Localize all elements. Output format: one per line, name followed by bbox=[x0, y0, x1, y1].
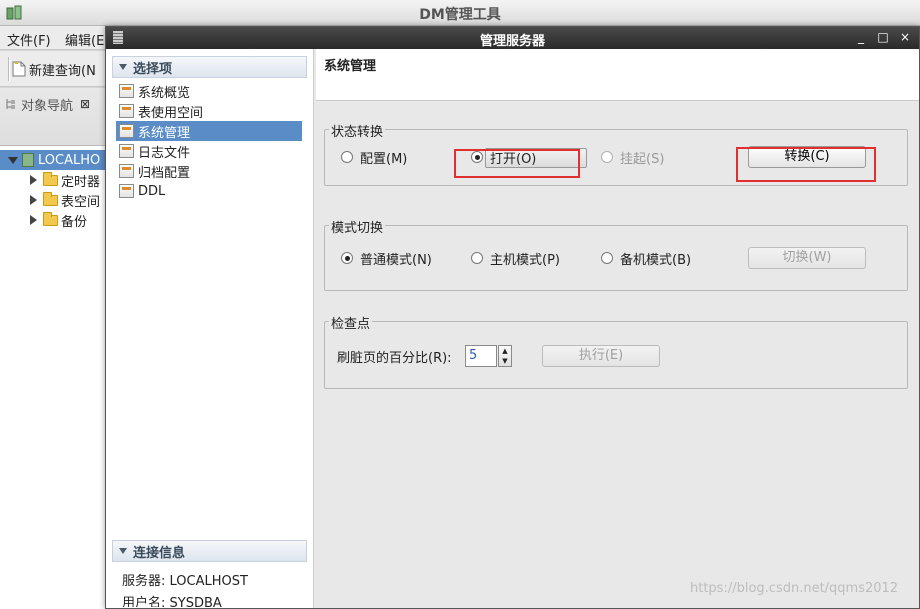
flush-percent-label: 刷脏页的百分比(R): bbox=[337, 351, 452, 366]
collapse-arrow-icon[interactable] bbox=[119, 64, 127, 70]
object-tree: LOCALHO 定时器 表空间 备份 bbox=[0, 150, 106, 230]
watermark: https://blog.csdn.net/qqms2012 bbox=[690, 581, 899, 596]
tree-node-backup[interactable]: 备份 bbox=[0, 210, 106, 230]
main-window-title: DM管理工具 bbox=[419, 7, 501, 23]
option-log-files[interactable]: 日志文件 bbox=[116, 141, 302, 161]
collapse-arrow-icon[interactable] bbox=[30, 175, 37, 185]
radio-circle bbox=[341, 151, 353, 163]
collapse-arrow-icon[interactable] bbox=[30, 195, 37, 205]
radio-circle bbox=[601, 252, 613, 264]
radio-circle bbox=[601, 151, 613, 163]
options-list: 系统概览 表使用空间 系统管理 日志文件 归档配置 DDL bbox=[116, 81, 302, 201]
radio-config[interactable]: 配置(M) bbox=[341, 147, 407, 167]
radio-label: 配置(M) bbox=[360, 151, 408, 167]
tree-nav-icon bbox=[6, 99, 15, 109]
folder-icon bbox=[43, 211, 58, 226]
option-label: 系统概览 bbox=[138, 85, 191, 101]
toolbar-separator bbox=[8, 57, 10, 81]
tree-node-localhost[interactable]: LOCALHO bbox=[0, 150, 106, 170]
new-query-label: 新建查询(N bbox=[29, 63, 96, 79]
radio-suspend[interactable]: 挂起(S) bbox=[601, 147, 664, 167]
option-system-overview[interactable]: 系统概览 bbox=[116, 81, 302, 101]
page-icon bbox=[119, 184, 134, 198]
connection-user: 用户名: SYSDBA bbox=[122, 596, 222, 607]
close-icon[interactable]: ⊠ bbox=[80, 97, 90, 111]
maximize-button[interactable]: □ bbox=[876, 30, 890, 44]
option-archive-config[interactable]: 归档配置 bbox=[116, 161, 302, 181]
tree-node-label: 备份 bbox=[61, 214, 88, 230]
options-panel: 选择项 系统概览 表使用空间 系统管理 日志文件 归档配置 DDL 连接信息 服… bbox=[106, 49, 314, 608]
switch-button[interactable]: 切换(W) bbox=[748, 247, 866, 269]
spinner-buttons[interactable]: ▲ ▼ bbox=[498, 345, 512, 367]
page-icon bbox=[119, 104, 134, 118]
options-header[interactable]: 选择项 bbox=[112, 56, 307, 78]
object-nav-panel: 对象导航 ⊠ LOCALHO 定时器 表空间 备份 bbox=[0, 88, 106, 609]
connection-header-label: 连接信息 bbox=[133, 545, 186, 561]
manage-server-dialog: 管理服务器 _ □ × 选择项 系统概览 表使用空间 系统管理 日志文件 归档配… bbox=[105, 26, 920, 609]
options-header-label: 选择项 bbox=[133, 61, 173, 77]
main-titlebar: DM管理工具 bbox=[0, 0, 920, 26]
tree-node-tablespace[interactable]: 表空间 bbox=[0, 190, 106, 210]
radio-label: 主机模式(P) bbox=[490, 252, 560, 268]
new-query-icon bbox=[12, 61, 26, 77]
tree-node-label: 定时器 bbox=[61, 174, 101, 190]
radio-primary-mode[interactable]: 主机模式(P) bbox=[471, 248, 560, 268]
execute-button[interactable]: 执行(E) bbox=[542, 345, 660, 367]
highlight-box bbox=[454, 149, 580, 178]
radio-circle bbox=[341, 252, 353, 264]
checkpoint-group: 检查点 刷脏页的百分比(R): 5 ▲ ▼ 执行(E) bbox=[324, 313, 908, 389]
highlight-box bbox=[736, 147, 876, 182]
page-icon bbox=[119, 164, 134, 178]
tree-node-label: 表空间 bbox=[61, 194, 101, 210]
page-title: 系统管理 bbox=[324, 59, 377, 74]
option-label: DDL bbox=[138, 183, 166, 199]
page-icon bbox=[119, 84, 134, 98]
option-label: 日志文件 bbox=[138, 145, 191, 161]
system-management-page: 系统管理 状态转换 配置(M) 打开(O) 挂起(S) 转换(C) 模式切换 普… bbox=[316, 49, 919, 608]
menu-file[interactable]: 文件(F) bbox=[7, 30, 51, 49]
connection-header[interactable]: 连接信息 bbox=[112, 540, 307, 562]
option-system-management[interactable]: 系统管理 bbox=[116, 121, 302, 141]
nav-tabbar: 对象导航 ⊠ bbox=[0, 88, 106, 146]
radio-label: 普通模式(N) bbox=[360, 252, 432, 268]
folder-icon bbox=[43, 191, 58, 206]
minimize-button[interactable]: _ bbox=[854, 30, 868, 44]
tab-object-nav-label: 对象导航 bbox=[21, 98, 74, 114]
radio-label: 挂起(S) bbox=[620, 151, 665, 167]
flush-percent-input[interactable]: 5 bbox=[465, 345, 497, 367]
state-group-label: 状态转换 bbox=[329, 121, 386, 140]
menu-edit[interactable]: 编辑(E bbox=[65, 30, 104, 49]
page-icon bbox=[119, 144, 134, 158]
close-button[interactable]: × bbox=[898, 30, 912, 44]
option-table-space-usage[interactable]: 表使用空间 bbox=[116, 101, 302, 121]
dialog-titlebar: 管理服务器 _ □ × bbox=[106, 27, 919, 49]
radio-label: 备机模式(B) bbox=[620, 252, 692, 268]
tab-object-nav[interactable]: 对象导航 ⊠ bbox=[5, 92, 105, 116]
radio-circle bbox=[471, 252, 483, 264]
dialog-title: 管理服务器 bbox=[479, 34, 545, 49]
mode-group-label: 模式切换 bbox=[329, 217, 386, 236]
folder-icon bbox=[43, 171, 58, 186]
option-ddl[interactable]: DDL bbox=[116, 181, 302, 201]
page-header: 系统管理 bbox=[316, 49, 919, 101]
option-label: 系统管理 bbox=[138, 125, 191, 141]
page-icon bbox=[119, 124, 134, 138]
tree-node-label: LOCALHO bbox=[38, 152, 101, 168]
expand-arrow-icon[interactable] bbox=[8, 156, 18, 164]
radio-standby-mode[interactable]: 备机模式(B) bbox=[601, 248, 691, 268]
option-label: 归档配置 bbox=[138, 165, 191, 181]
radio-normal-mode[interactable]: 普通模式(N) bbox=[341, 248, 432, 268]
collapse-arrow-icon[interactable] bbox=[30, 215, 37, 225]
new-query-button[interactable]: 新建查询(N bbox=[12, 59, 96, 79]
collapse-arrow-icon[interactable] bbox=[119, 548, 127, 554]
option-label: 表使用空间 bbox=[138, 105, 204, 121]
checkpoint-group-label: 检查点 bbox=[329, 313, 373, 332]
server-icon bbox=[22, 153, 34, 167]
mode-group: 模式切换 普通模式(N) 主机模式(P) 备机模式(B) 切换(W) bbox=[324, 217, 908, 291]
tree-node-timer[interactable]: 定时器 bbox=[0, 170, 106, 190]
connection-server: 服务器: LOCALHOST bbox=[122, 574, 248, 589]
